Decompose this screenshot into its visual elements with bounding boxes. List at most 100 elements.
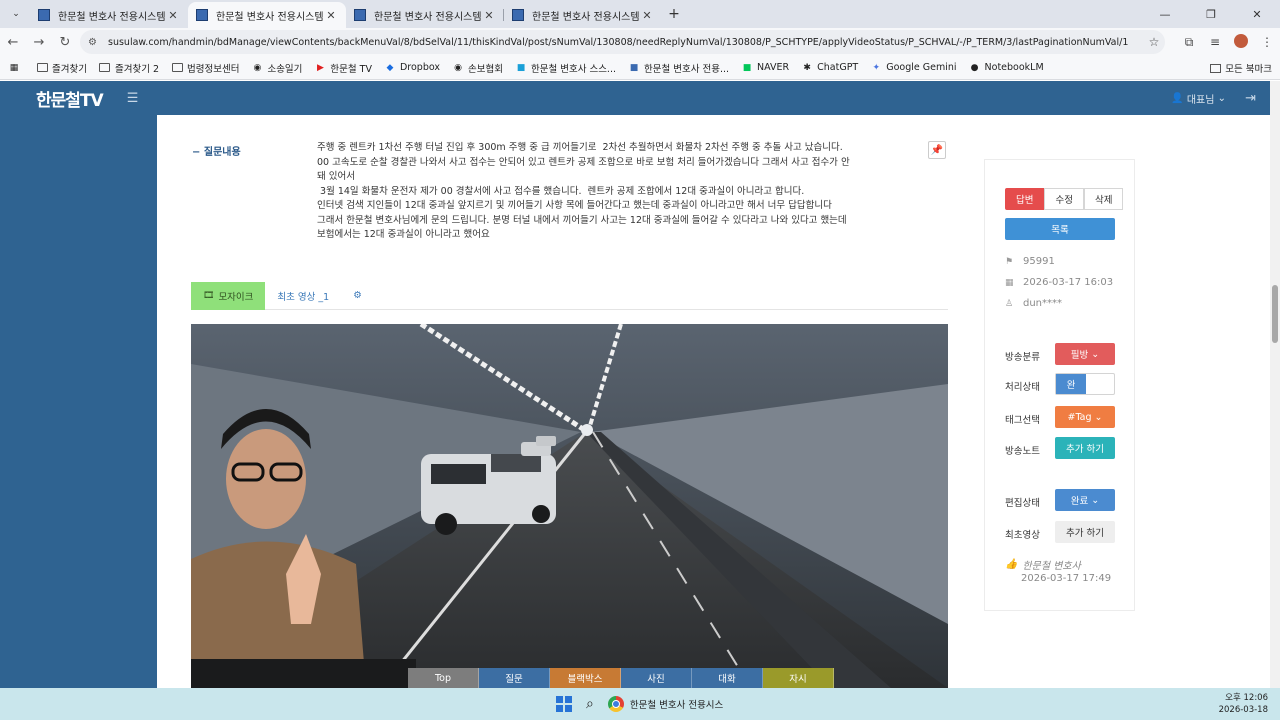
extensions-icon[interactable]: ⧉: [1176, 35, 1202, 50]
delete-button[interactable]: 삭제: [1083, 188, 1124, 210]
globe-icon: ◉: [253, 62, 262, 73]
chatgpt-icon: ✱: [803, 62, 811, 73]
reload-icon[interactable]: ↻: [52, 30, 78, 54]
category-question[interactable]: 질문: [479, 668, 550, 688]
windows-start-icon[interactable]: [556, 696, 572, 712]
browser-tab-3[interactable]: 한문철 변호사 전용시스템 ✕: [346, 2, 504, 28]
site-favicon-icon: [354, 9, 366, 21]
category-blackbox[interactable]: 블랙박스: [550, 668, 621, 688]
user-icon: ♙: [1005, 298, 1014, 309]
author-name: 👍 한문철 변호사: [1005, 559, 1081, 572]
category-extra[interactable]: 자시: [763, 668, 834, 688]
minimize-icon[interactable]: —: [1142, 0, 1188, 28]
hamburger-menu-icon[interactable]: ☰: [127, 91, 139, 106]
settings-gear-icon[interactable]: ⚙: [341, 282, 374, 310]
taskbar-app-label[interactable]: 한문철 변호사 전용시스: [630, 697, 723, 711]
tag-select-label: 태그선택: [1005, 415, 1040, 426]
bookmark-item[interactable]: ✱ ChatGPT: [801, 62, 858, 73]
category-chat[interactable]: 대화: [692, 668, 763, 688]
tunnel-video-frame: [191, 324, 948, 688]
close-window-icon[interactable]: ✕: [1234, 0, 1280, 28]
bookmark-star-icon[interactable]: ☆: [1143, 35, 1165, 49]
reading-list-icon[interactable]: ≡: [1202, 35, 1228, 49]
address-bar[interactable]: ⚙ susulaw.com/handmin/bdManage/viewConte…: [80, 30, 1165, 54]
tab-close-icon[interactable]: ✕: [482, 9, 496, 22]
site-favicon-icon: [512, 9, 524, 21]
url-text[interactable]: susulaw.com/handmin/bdManage/viewContent…: [108, 37, 1143, 48]
back-arrow-icon[interactable]: ←: [0, 30, 26, 54]
tab-search-chevron-icon[interactable]: ⌄: [6, 4, 26, 24]
apps-grid-icon[interactable]: ▦: [8, 62, 24, 73]
bookmarks-bar: ▦ 즐겨찾기 즐겨찾기 2 법령정보센터 ◉ 소송일기 ▶ 한문철 TV ◆ Drop…: [0, 56, 1280, 80]
browser-tab-bar: ⌄ 한문철 변호사 전용시스템 ✕ 한문철 변호사 전용시스템 ✕ 한문철 변호…: [0, 0, 1280, 28]
tab-first-video[interactable]: 최초 영상 _1: [265, 282, 341, 310]
new-tab-plus-icon[interactable]: +: [662, 2, 686, 26]
bookmark-item[interactable]: 즐겨찾기: [36, 61, 87, 75]
more-menu-icon[interactable]: ⋮: [1254, 35, 1280, 49]
bookmark-item[interactable]: ◉ 소송일기: [251, 61, 303, 75]
list-button[interactable]: 목록: [1005, 218, 1115, 240]
forward-arrow-icon[interactable]: →: [26, 30, 52, 54]
bookmark-item[interactable]: ◆ Dropbox: [384, 62, 441, 73]
scroll-thumb[interactable]: [1272, 285, 1278, 343]
system-clock[interactable]: 오후 12:06 2026-03-18: [1219, 692, 1268, 716]
naver-icon: ■: [742, 62, 752, 73]
question-label: − 질문내용: [192, 147, 241, 158]
page-scrollbar[interactable]: [1270, 81, 1280, 688]
youtube-icon: ▶: [316, 62, 324, 73]
profile-avatar[interactable]: [1228, 33, 1254, 51]
broadcast-note-add-button[interactable]: 추가 하기: [1055, 437, 1115, 459]
category-top[interactable]: Top: [408, 668, 479, 688]
first-video-label: 최초영상: [1005, 530, 1040, 541]
content-tabs: 🎞 모자이크 최초 영상 _1 ⚙: [191, 281, 948, 310]
logout-icon[interactable]: ⇥: [1245, 91, 1256, 106]
category-photo[interactable]: 사진: [621, 668, 692, 688]
tab-title: 한문철 변호사 전용시스템: [532, 11, 640, 23]
process-status-label: 처리상태: [1005, 382, 1040, 393]
process-status-toggle[interactable]: 완: [1055, 373, 1115, 395]
question-text: 주행 중 렌트카 1차선 주행 터널 진입 후 300m 주행 중 급 끼어들기…: [317, 142, 853, 240]
toolbar-right: ⧉ ≡ ⋮: [1176, 28, 1280, 56]
window-controls: — ❐ ✕: [1142, 0, 1280, 28]
first-video-add-button[interactable]: 추가 하기: [1055, 521, 1115, 543]
pin-icon[interactable]: 📌: [928, 141, 946, 159]
app-logo[interactable]: 한문철TV: [36, 86, 104, 111]
browser-tab-2[interactable]: 한문철 변호사 전용시스템 ✕: [188, 2, 346, 28]
bookmark-item[interactable]: ◉ 손보협회: [452, 61, 503, 75]
bookmark-item[interactable]: ■ 한문철 변호사 스스...: [515, 61, 616, 75]
broadcast-category-dropdown[interactable]: 필방 ⌄: [1055, 343, 1115, 365]
tag-select-dropdown[interactable]: #Tag ⌄: [1055, 406, 1115, 428]
bookmark-item[interactable]: ▶ 한문철 TV: [314, 61, 372, 75]
film-icon: 🎞: [203, 290, 215, 301]
bookmark-item[interactable]: ✦ Google Gemini: [870, 62, 956, 73]
author-date: 2026-03-17 17:49: [1021, 573, 1112, 584]
action-button-group: 답변 수정 삭제: [1005, 188, 1124, 210]
folder-icon: [171, 63, 183, 72]
thumbs-up-icon: 👍: [1005, 559, 1018, 570]
all-bookmarks[interactable]: 모든 북마크: [1210, 56, 1272, 80]
site-settings-icon[interactable]: ⚙: [88, 37, 102, 48]
chrome-icon[interactable]: [607, 696, 624, 712]
user-menu[interactable]: 👤 대표님 ⌄: [1171, 91, 1226, 106]
tab-close-icon[interactable]: ✕: [166, 9, 180, 22]
bookmark-item[interactable]: 즐겨찾기 2: [99, 61, 159, 75]
reply-button[interactable]: 답변: [1005, 188, 1045, 210]
bookmark-item[interactable]: ■ NAVER: [741, 62, 789, 73]
tab-title: 한문철 변호사 전용시스템: [216, 11, 324, 23]
search-icon[interactable]: ⌕: [586, 696, 594, 712]
broadcast-category-label: 방송분류: [1005, 352, 1040, 363]
tab-close-icon[interactable]: ✕: [324, 9, 338, 22]
globe-icon: ◉: [454, 62, 462, 73]
bookmark-item[interactable]: 법령정보센터: [171, 61, 239, 75]
bookmark-item[interactable]: ● NotebookLM: [969, 62, 1044, 73]
browser-tab-4[interactable]: 한문철 변호사 전용시스템 ✕: [504, 2, 662, 28]
restore-icon[interactable]: ❐: [1188, 0, 1234, 28]
browser-tab-1[interactable]: 한문철 변호사 전용시스템 ✕: [30, 2, 188, 28]
app-header: 한문철TV ☰ 👤 대표님 ⌄ ⇥: [0, 81, 1270, 115]
video-player[interactable]: [191, 324, 948, 688]
tab-mosaic[interactable]: 🎞 모자이크: [191, 281, 266, 310]
edit-button[interactable]: 수정: [1044, 188, 1084, 210]
edit-status-dropdown[interactable]: 완료 ⌄: [1055, 489, 1115, 511]
bookmark-item[interactable]: ■ 한문철 변호사 전용...: [628, 61, 729, 75]
tab-close-icon[interactable]: ✕: [640, 9, 654, 22]
